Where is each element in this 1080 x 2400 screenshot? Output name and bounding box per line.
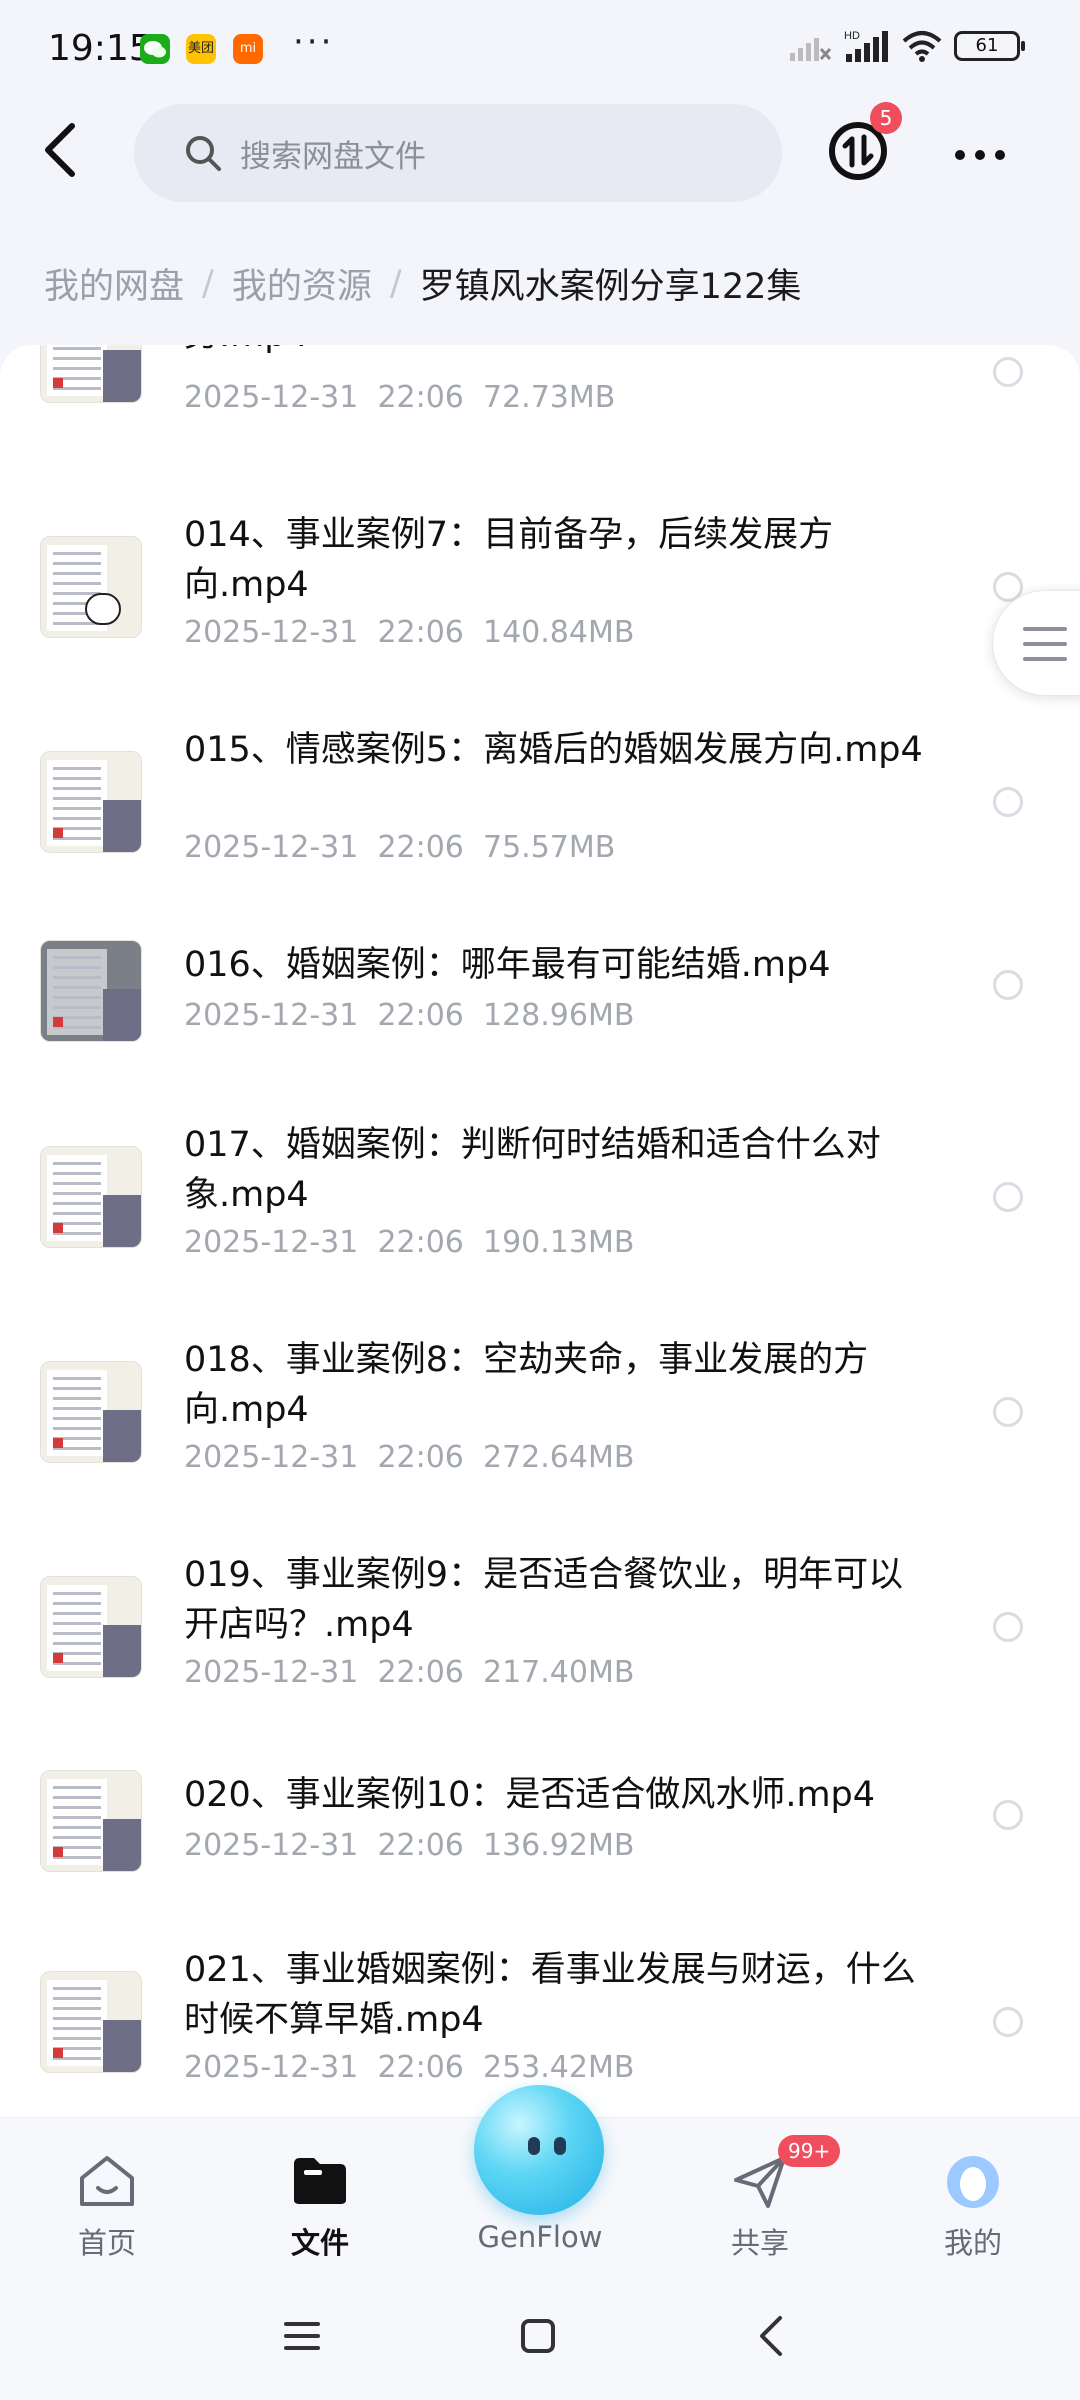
video-thumbnail <box>40 1770 142 1872</box>
status-indicators: HD 61 <box>788 28 1025 64</box>
breadcrumb-separator: / <box>202 263 214 304</box>
wechat-icon <box>140 34 170 64</box>
transfer-badge: 5 <box>870 102 902 134</box>
breadcrumb-separator: / <box>389 263 402 304</box>
select-checkbox[interactable] <box>993 357 1023 387</box>
file-row[interactable]: 015、情感案例5：离婚后的婚姻发展方向.mp4 2025-12-31 22:0… <box>0 725 1080 935</box>
search-input[interactable]: 搜索网盘文件 <box>134 104 782 202</box>
more-notifications-icon: ··· <box>293 22 335 62</box>
meituan-icon: 美团 <box>186 34 216 64</box>
status-time: 19:15 <box>48 28 152 69</box>
nav-share-label: 共享 <box>730 2226 789 2260</box>
home-button[interactable] <box>518 2316 558 2356</box>
folder-icon <box>294 2158 346 2204</box>
system-nav <box>0 2272 1080 2400</box>
home-icon <box>80 2156 134 2206</box>
file-meta: 2025-12-31 22:06 136.92MB <box>184 1828 635 1863</box>
xiaomi-icon: mi <box>233 34 263 64</box>
nav-home-label: 首页 <box>77 2226 136 2260</box>
select-checkbox[interactable] <box>993 1612 1023 1642</box>
file-meta: 2025-12-31 22:06 72.73MB <box>184 380 616 415</box>
signal-hd-icon: HD <box>844 30 888 62</box>
select-checkbox[interactable] <box>993 787 1023 817</box>
file-row[interactable]: 018、事业案例8：空劫夹命，事业发展的方向.mp4 2025-12-31 22… <box>0 1335 1080 1545</box>
video-thumbnail <box>40 751 142 853</box>
select-checkbox[interactable] <box>993 1397 1023 1427</box>
file-row[interactable]: 014、事业案例7：目前备孕，后续发展方向.mp4 2025-12-31 22:… <box>0 510 1080 720</box>
file-name: 014、事业案例7：目前备孕，后续发展方向.mp4 <box>184 515 834 605</box>
file-row[interactable]: 020、事业案例10：是否适合做风水师.mp4 2025-12-31 22:06… <box>0 1770 1080 1930</box>
more-dots-icon <box>955 150 1005 160</box>
file-list: 势.mp4 2025-12-31 22:06 72.73MB 014、事业案例7… <box>0 345 1080 2117</box>
file-row[interactable]: 016、婚姻案例：哪年最有可能结婚.mp4 2025-12-31 22:06 1… <box>0 940 1080 1100</box>
file-meta: 2025-12-31 22:06 190.13MB <box>184 1225 635 1260</box>
video-thumbnail <box>40 345 142 403</box>
svg-text:HD: HD <box>844 30 860 42</box>
video-thumbnail <box>40 1361 142 1463</box>
panda-sticker <box>85 593 121 625</box>
share-badge: 99+ <box>778 2135 841 2167</box>
file-name: 015、情感案例5：离婚后的婚姻发展方向.mp4 <box>184 730 923 770</box>
select-checkbox[interactable] <box>993 970 1023 1000</box>
select-checkbox[interactable] <box>993 2007 1023 2037</box>
square-icon <box>521 2319 555 2353</box>
nav-me[interactable]: 我的 <box>893 2118 1053 2273</box>
file-row[interactable]: 017、婚姻案例：判断何时结婚和适合什么对象.mp4 2025-12-31 22… <box>0 1120 1080 1330</box>
select-checkbox[interactable] <box>993 1182 1023 1212</box>
battery-indicator: 61 <box>954 31 1025 61</box>
search-icon <box>186 136 221 171</box>
video-thumbnail <box>40 940 142 1042</box>
select-checkbox[interactable] <box>993 1800 1023 1830</box>
nav-files[interactable]: 文件 <box>240 2118 400 2273</box>
more-options-button[interactable] <box>954 146 1006 160</box>
status-bar: 19:15 美团 mi ··· HD 61 <box>0 0 1080 100</box>
nav-home[interactable]: 首页 <box>27 2118 187 2273</box>
avatar-icon <box>947 2156 999 2208</box>
nav-me-label: 我的 <box>943 2226 1002 2260</box>
file-meta: 2025-12-31 22:06 272.64MB <box>184 1440 635 1475</box>
video-thumbnail <box>40 1576 142 1678</box>
signal-off-icon <box>790 38 832 61</box>
send-icon <box>734 2156 786 2208</box>
breadcrumb: 我的网盘 / 我的资源 / 罗镇风水案例分享122集 <box>44 258 801 309</box>
breadcrumb-my-drive[interactable]: 我的网盘 <box>44 258 184 309</box>
nav-genflow-label: GenFlow <box>477 2220 603 2254</box>
wifi-icon <box>902 31 942 62</box>
file-meta: 2025-12-31 22:06 75.57MB <box>184 830 616 865</box>
file-name: 020、事业案例10：是否适合做风水师.mp4 <box>184 1775 876 1815</box>
search-placeholder: 搜索网盘文件 <box>240 138 426 175</box>
recent-apps-button[interactable] <box>282 2316 322 2356</box>
file-name: 019、事业案例9：是否适合餐饮业，明年可以开店吗？.mp4 <box>184 1555 904 1645</box>
file-name: 势.mp4 <box>184 345 924 360</box>
file-meta: 2025-12-31 22:06 128.96MB <box>184 998 635 1033</box>
file-name: 016、婚姻案例：哪年最有可能结婚.mp4 <box>184 945 831 985</box>
file-row[interactable]: 势.mp4 2025-12-31 22:06 72.73MB <box>0 345 1080 475</box>
back-button[interactable] <box>36 120 86 180</box>
file-meta: 2025-12-31 22:06 253.42MB <box>184 2050 635 2085</box>
file-meta: 2025-12-31 22:06 217.40MB <box>184 1655 635 1690</box>
breadcrumb-current-folder: 罗镇风水案例分享122集 <box>419 267 802 307</box>
video-thumbnail <box>40 1146 142 1248</box>
file-name: 017、婚姻案例：判断何时结婚和适合什么对象.mp4 <box>184 1125 881 1215</box>
system-back-button[interactable] <box>756 2314 786 2358</box>
menu-lines-icon <box>284 2322 320 2350</box>
file-meta: 2025-12-31 22:06 140.84MB <box>184 615 635 650</box>
file-name: 021、事业婚姻案例：看事业发展与财运，什么时候不算早婚.mp4 <box>184 1950 916 2040</box>
file-row[interactable]: 019、事业案例9：是否适合餐饮业，明年可以开店吗？.mp4 2025-12-3… <box>0 1550 1080 1760</box>
video-thumbnail <box>40 1971 142 2073</box>
file-name: 018、事业案例8：空劫夹命，事业发展的方向.mp4 <box>184 1340 869 1430</box>
breadcrumb-my-resources[interactable]: 我的资源 <box>232 258 372 309</box>
chevron-left-icon <box>45 123 75 177</box>
video-thumbnail <box>40 536 142 638</box>
menu-icon <box>1023 627 1067 631</box>
nav-files-label: 文件 <box>290 2226 349 2260</box>
genflow-orb-icon[interactable] <box>474 2085 604 2215</box>
chevron-left-icon <box>760 2316 782 2356</box>
